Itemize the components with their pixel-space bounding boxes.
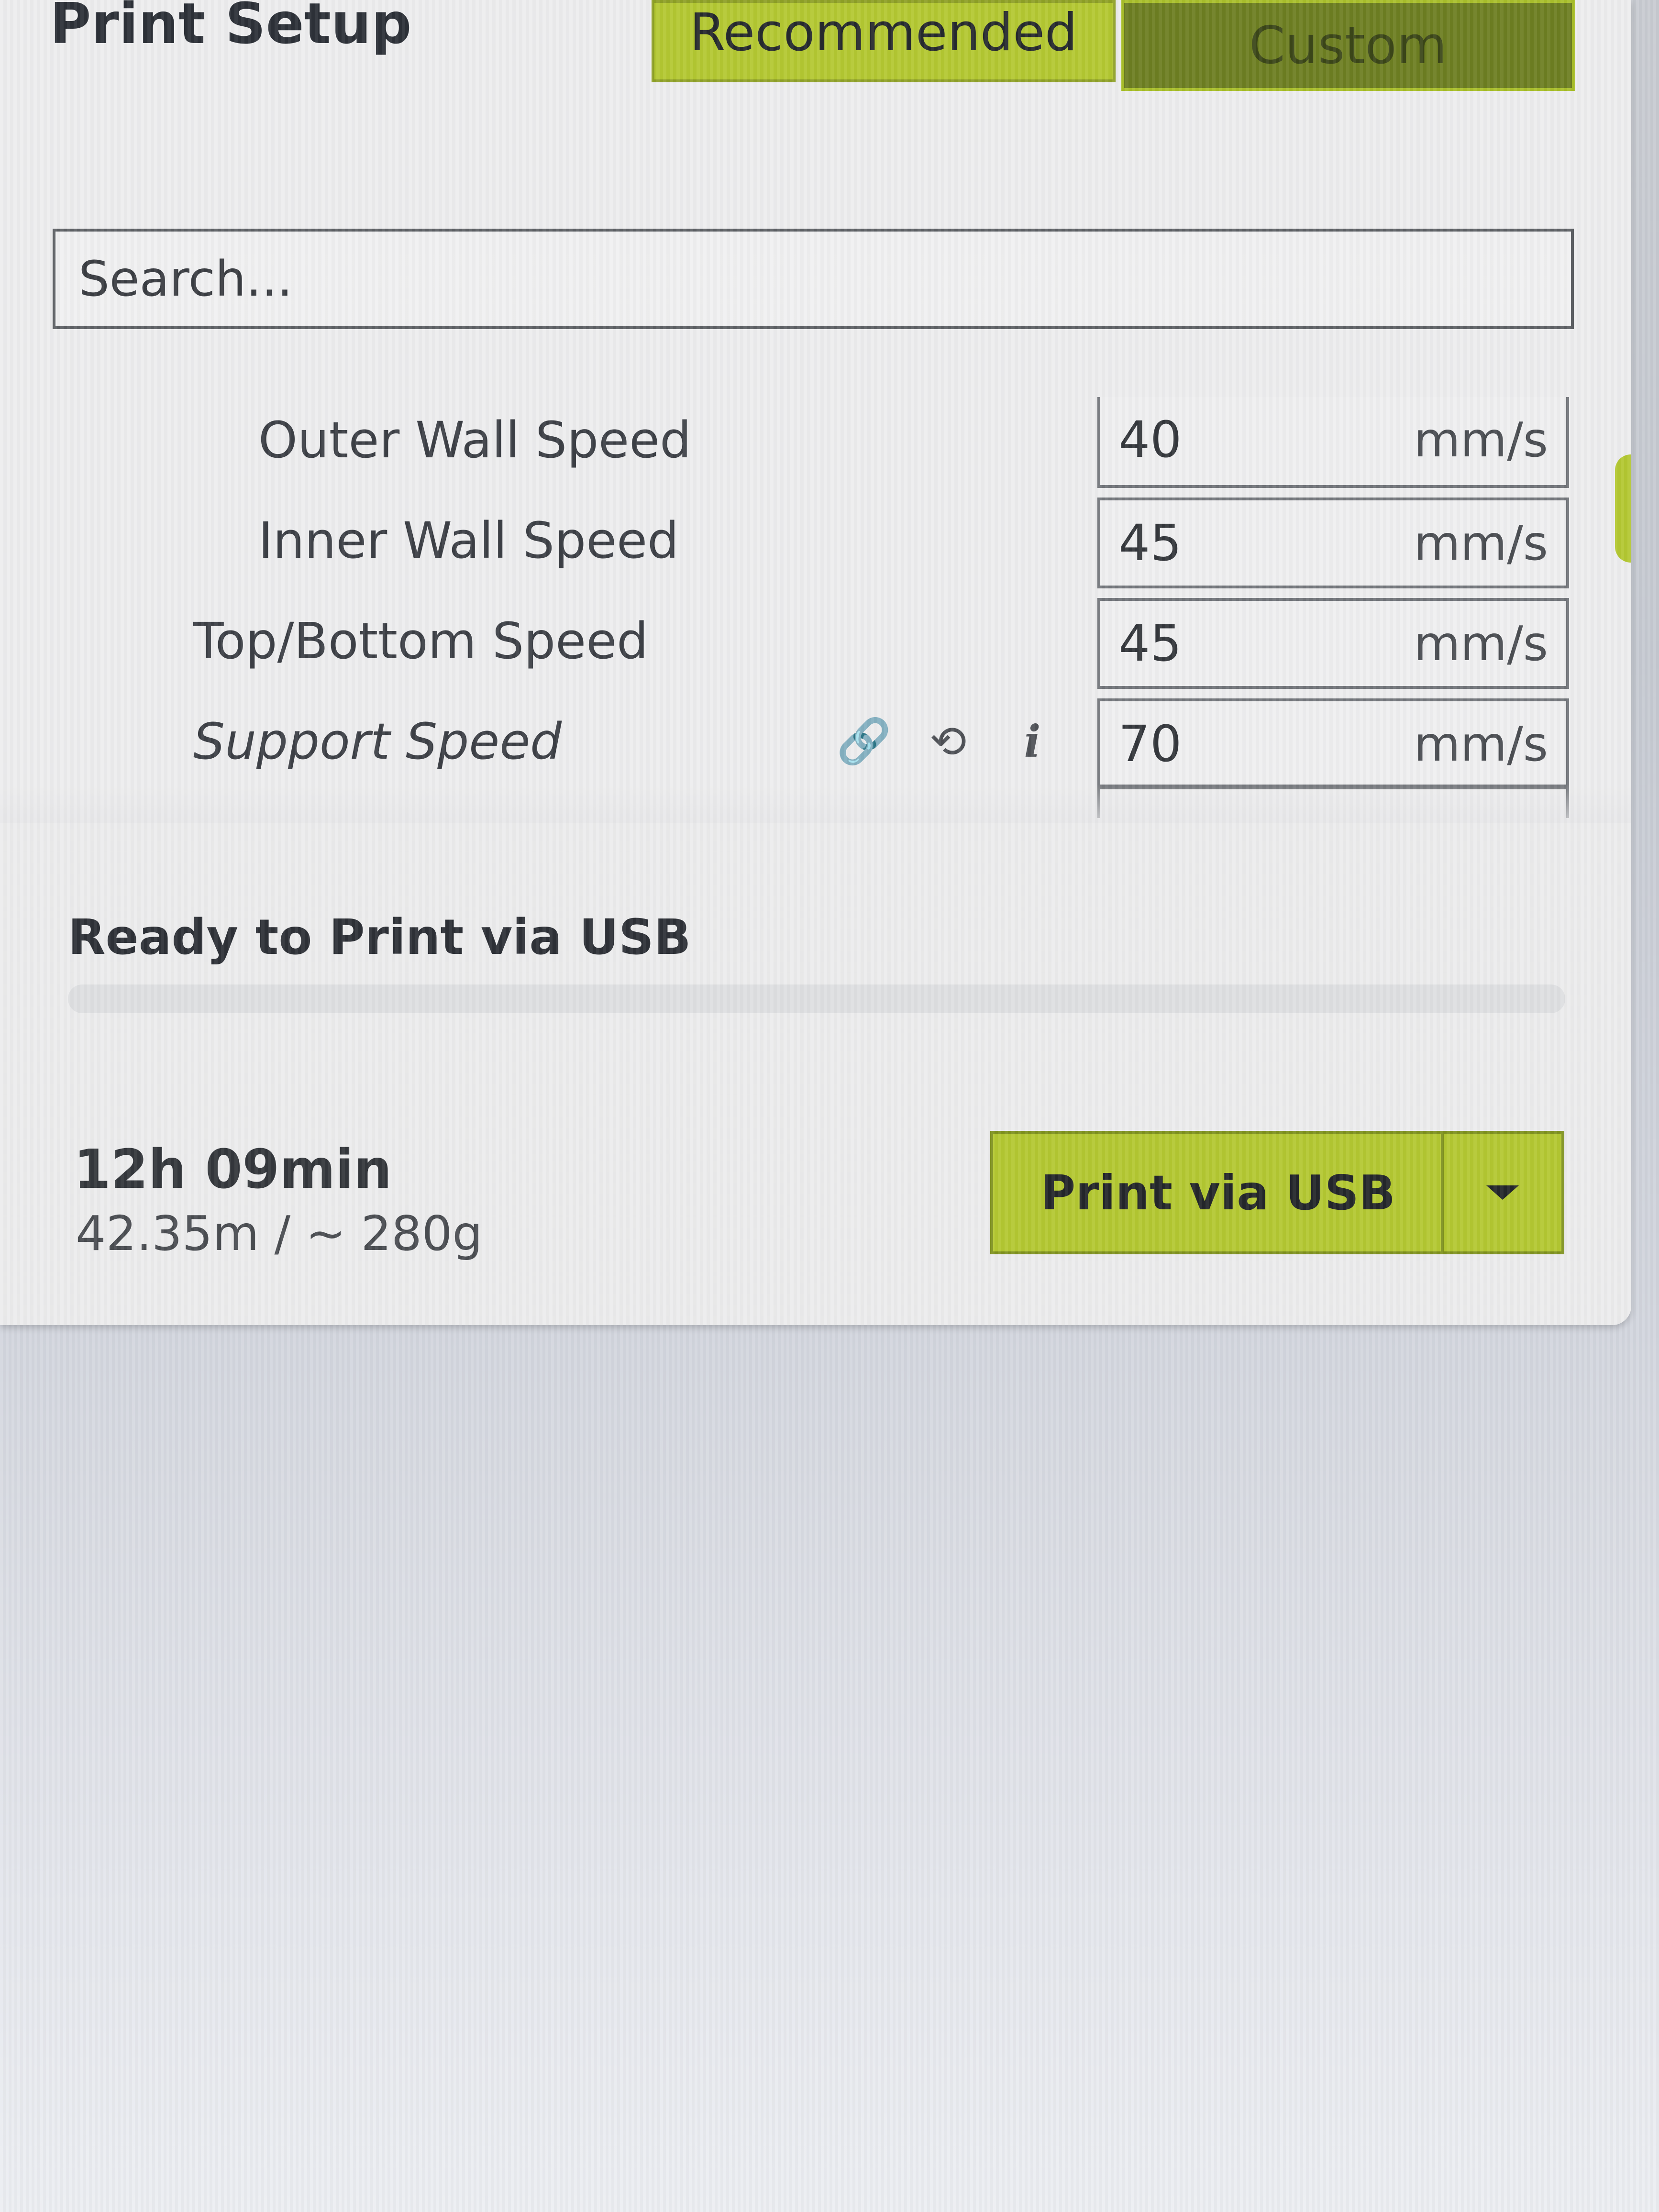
setting-row-support-speed: Support Speed 🔗 ⟲ i 70 mm/s [0, 694, 1579, 789]
tab-recommended[interactable]: Recommended [652, 0, 1116, 82]
print-options-dropdown[interactable] [1441, 1131, 1564, 1254]
setting-unit: mm/s [1414, 515, 1548, 571]
print-status-area: Ready to Print via USB 12h 09min 42.35m … [0, 823, 1631, 1325]
settings-scrollbar[interactable] [1615, 454, 1631, 563]
chevron-down-icon [1486, 1185, 1519, 1200]
setting-actions: 🔗 ⟲ i [837, 694, 1054, 789]
search-input[interactable] [77, 250, 1571, 308]
setting-label: Outer Wall Speed [258, 411, 692, 469]
setting-value: 40 [1118, 410, 1182, 469]
setting-label: Inner Wall Speed [258, 511, 679, 570]
setting-row-outer-wall-speed: Outer Wall Speed 40 mm/s [0, 392, 1579, 488]
settings-list: Outer Wall Speed 40 mm/s Inner Wall Spee… [0, 392, 1579, 818]
print-status-text: Ready to Print via USB [68, 909, 691, 966]
setting-value-field[interactable]: 40 mm/s [1097, 397, 1569, 488]
info-icon[interactable]: i [1010, 713, 1054, 770]
setting-value: 70 [1118, 715, 1182, 773]
link-icon[interactable]: 🔗 [837, 713, 892, 770]
setting-row-top-bottom-speed: Top/Bottom Speed 45 mm/s [0, 593, 1579, 689]
print-via-usb-button[interactable]: Print via USB [990, 1131, 1446, 1254]
setting-value: 45 [1118, 514, 1182, 572]
search-box[interactable] [53, 229, 1574, 329]
setting-label: Top/Bottom Speed [193, 612, 649, 670]
print-time-estimate: 12h 09min [74, 1139, 392, 1201]
progress-bar [68, 984, 1565, 1013]
setting-label: Support Speed [193, 712, 562, 771]
material-estimate: 42.35m / ~ 280g [76, 1206, 483, 1261]
setting-value-field[interactable]: 45 mm/s [1097, 598, 1569, 689]
setting-value-field[interactable]: 45 mm/s [1097, 498, 1569, 588]
setting-unit: mm/s [1414, 615, 1548, 672]
tab-custom[interactable]: Custom [1121, 0, 1575, 91]
print-setup-panel: Print Setup Recommended Custom Outer Wal… [0, 0, 1631, 1325]
setting-row-inner-wall-speed: Inner Wall Speed 45 mm/s [0, 493, 1579, 588]
setting-value: 45 [1118, 614, 1182, 673]
panel-title: Print Setup [50, 0, 412, 56]
reset-icon[interactable]: ⟲ [926, 713, 970, 770]
setting-value-field[interactable]: 70 mm/s [1097, 698, 1569, 789]
setting-unit: mm/s [1414, 716, 1548, 772]
setting-unit: mm/s [1414, 411, 1548, 468]
